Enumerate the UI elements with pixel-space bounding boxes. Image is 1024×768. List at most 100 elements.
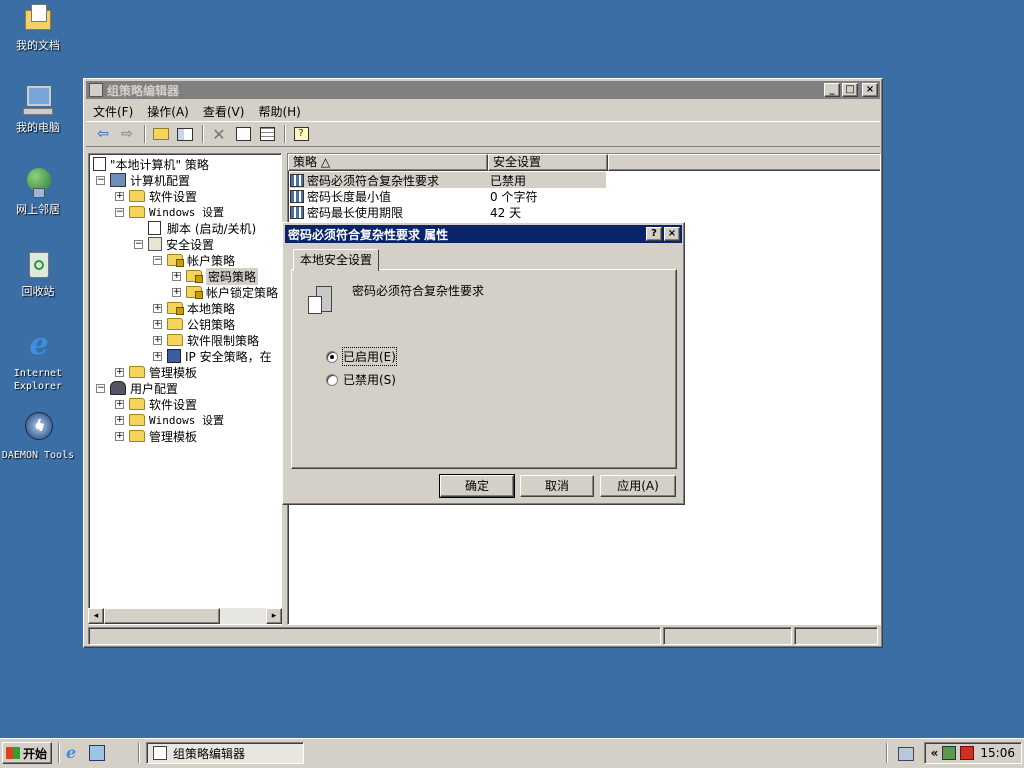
desktop-icon-label: 我的文档 [16, 39, 60, 52]
apply-button[interactable]: 应用(A) [600, 475, 676, 497]
collapse-icon[interactable]: − [134, 239, 143, 249]
tree-horizontal-scrollbar[interactable]: ◂ ▸ [88, 608, 282, 624]
expand-icon[interactable]: + [115, 191, 124, 201]
start-button[interactable]: 开始 [2, 742, 52, 764]
desktop-icon-network[interactable]: 网上邻居 [0, 166, 76, 216]
collapse-icon[interactable]: − [115, 207, 124, 217]
show-hide-tree-icon[interactable] [174, 124, 196, 144]
tree-item[interactable]: + 软件限制策略 [153, 332, 259, 348]
desktop-icon-label: DAEMON Tools [1, 450, 75, 461]
tree-item[interactable]: − 安全设置 [134, 236, 214, 252]
expand-icon[interactable]: + [115, 367, 124, 377]
tree-item[interactable]: − Windows 设置 [115, 204, 224, 220]
tree-item[interactable]: + 软件设置 [115, 396, 197, 412]
expand-icon[interactable]: + [115, 415, 124, 425]
collapse-icon[interactable]: − [96, 175, 105, 185]
expand-icon[interactable]: + [115, 431, 124, 441]
scroll-right-button[interactable]: ▸ [266, 608, 282, 624]
policy-name-label: 密码必须符合复杂性要求 [352, 284, 485, 298]
dialog-close-button[interactable]: × [664, 227, 680, 241]
desktop-icon-my-documents[interactable]: 我的文档 [0, 2, 76, 52]
tree-item[interactable]: − 用户配置 [96, 380, 178, 396]
desktop-icon-daemon-tools[interactable]: ϟ DAEMON Tools [0, 412, 76, 462]
tree-item[interactable]: "本地计算机" 策略 [93, 156, 209, 172]
tree-item[interactable]: + 管理模板 [115, 428, 197, 444]
desktop-icon-recycle-bin[interactable]: 回收站 [0, 248, 76, 298]
radio-disabled[interactable]: 已禁用(S) [326, 371, 396, 388]
menu-view[interactable]: 查看(V) [196, 103, 252, 120]
desktop-icon-internet-explorer[interactable]: e Internet Explorer [0, 330, 76, 393]
expand-icon[interactable]: + [172, 287, 181, 297]
expand-icon[interactable]: + [115, 399, 124, 409]
menu-file[interactable]: 文件(F) [86, 103, 140, 120]
collapse-icon[interactable]: − [96, 383, 105, 393]
tab-local-security-setting[interactable]: 本地安全设置 [293, 249, 380, 271]
cancel-button[interactable]: 取消 [520, 475, 594, 497]
window-title: 组策略编辑器 [107, 83, 180, 98]
clock[interactable]: 15:06 [980, 746, 1015, 760]
window-titlebar[interactable]: 组策略编辑器 _ □ × [86, 81, 880, 99]
tree-item[interactable]: + 帐户锁定策略 [172, 284, 278, 300]
taskbar-separator [886, 743, 888, 763]
scroll-left-button[interactable]: ◂ [88, 608, 104, 624]
radio-button[interactable] [326, 350, 338, 363]
radio-label: 已禁用(S) [343, 373, 396, 387]
locked-folder-icon [167, 254, 184, 267]
help-button[interactable]: ? [646, 227, 662, 241]
ok-button[interactable]: 确定 [439, 474, 515, 498]
network-tray-icon[interactable] [898, 747, 914, 761]
radio-enabled[interactable]: 已启用(E) [326, 347, 397, 366]
forward-arrow-icon[interactable]: ⇨ [116, 124, 138, 144]
expand-icon[interactable]: + [153, 335, 162, 345]
expand-icon[interactable]: + [153, 351, 162, 361]
list-item-selected[interactable]: 密码必须符合复杂性要求 已禁用 [290, 172, 606, 188]
tree-item[interactable]: − 帐户策略 [153, 252, 235, 268]
back-arrow-icon[interactable]: ⇦ [92, 124, 114, 144]
policy-setting-icon [290, 205, 304, 219]
list-item[interactable]: 密码长度最小值 0 个字符 [290, 188, 537, 204]
shield-tray-icon[interactable] [942, 746, 957, 760]
console-tree[interactable]: "本地计算机" 策略 − 计算机配置 + 软件设置 − Windows 设置 脚… [88, 153, 282, 625]
folder-icon [167, 334, 183, 346]
radio-button[interactable] [326, 373, 338, 386]
delete-icon[interactable]: ✕ [208, 124, 230, 144]
tree-item[interactable]: 脚本 (启动/关机) [148, 220, 256, 236]
locked-folder-icon [186, 270, 203, 283]
ie-quicklaunch-icon[interactable]: e [66, 745, 82, 761]
expand-icon[interactable]: + [153, 303, 162, 313]
radio-label: 已启用(E) [342, 347, 397, 366]
ie-logo-icon: e [29, 327, 49, 362]
export-list-icon[interactable] [256, 124, 278, 144]
tree-item[interactable]: + 本地策略 [153, 300, 235, 316]
menu-help[interactable]: 帮助(H) [251, 103, 307, 120]
help-icon[interactable]: ? [290, 124, 312, 144]
properties-icon[interactable] [232, 124, 254, 144]
scroll-thumb[interactable] [104, 608, 220, 624]
column-header-policy[interactable]: 策略 △ [288, 154, 488, 171]
tree-item[interactable]: − 计算机配置 [96, 172, 190, 188]
desktop-icon-my-computer[interactable]: 我的电脑 [0, 84, 76, 134]
minimize-button[interactable]: _ [824, 83, 840, 97]
up-folder-icon[interactable] [150, 124, 172, 144]
expand-icon[interactable]: + [172, 271, 181, 281]
menu-action[interactable]: 操作(A) [140, 103, 196, 120]
dialog-titlebar[interactable]: 密码必须符合复杂性要求 属性 ? × [285, 225, 682, 243]
tree-item[interactable]: + IP 安全策略，在 [153, 348, 272, 364]
maximize-button[interactable]: □ [842, 83, 858, 97]
desktop-icon-label: Internet Explorer [13, 368, 63, 392]
tree-item[interactable]: + 管理模板 [115, 364, 197, 380]
tray-expand-icon[interactable]: « [931, 746, 939, 760]
tree-item[interactable]: + 公钥策略 [153, 316, 235, 332]
daemon-tray-icon[interactable] [960, 746, 975, 760]
list-item[interactable]: 密码最长使用期限 42 天 [290, 204, 521, 220]
tree-item[interactable]: + 软件设置 [115, 188, 197, 204]
tree-item-selected[interactable]: + 密码策略 [172, 267, 259, 285]
column-header-setting[interactable]: 安全设置 [488, 154, 608, 171]
show-desktop-icon[interactable] [89, 745, 105, 761]
expand-icon[interactable]: + [153, 319, 162, 329]
dialog-title: 密码必须符合复杂性要求 属性 [288, 227, 449, 242]
close-button[interactable]: × [862, 83, 878, 97]
collapse-icon[interactable]: − [153, 255, 162, 265]
tree-item[interactable]: + Windows 设置 [115, 412, 224, 428]
taskbar-button-gpedit[interactable]: 组策略编辑器 [146, 742, 304, 764]
